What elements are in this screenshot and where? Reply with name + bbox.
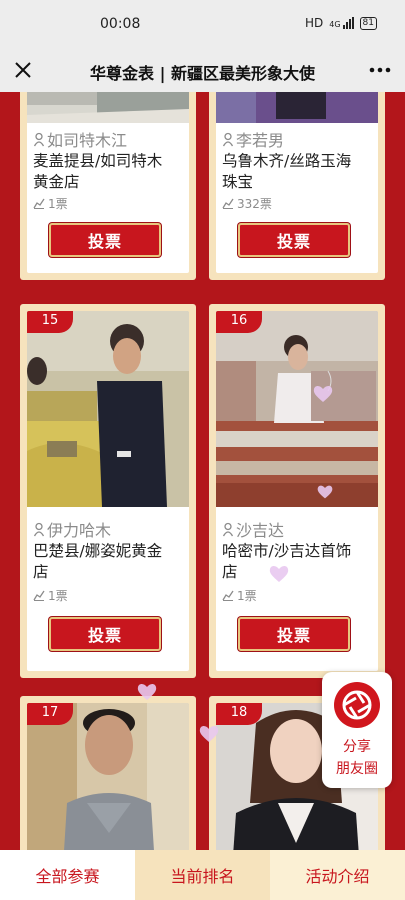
store-name: 乌鲁木齐/丝路玉海 珠宝 (222, 151, 374, 193)
contestant-name: 沙吉达 (222, 517, 284, 541)
contestant-photo (216, 92, 378, 123)
vote-count-text: 1票 (48, 197, 68, 211)
heart-decoration-icon (313, 386, 333, 402)
vote-count: 332票 (222, 195, 272, 212)
person-icon (222, 132, 234, 146)
signal-icon: 4G (329, 17, 354, 29)
contestant-name-text: 伊力哈木 (47, 521, 112, 540)
bottom-tab-bar: 全部参赛 当前排名 活动介绍 (0, 850, 405, 900)
contestant-photo: 16 (216, 311, 378, 507)
contestant-name-text: 李若男 (236, 131, 285, 150)
more-icon[interactable] (367, 58, 393, 82)
store-name: 巴楚县/娜姿妮黄金 店 (33, 541, 185, 583)
contestant-card[interactable]: 17 (20, 696, 196, 850)
person-icon (33, 132, 45, 146)
vote-count-text: 1票 (48, 589, 68, 603)
tab-current-ranking[interactable]: 当前排名 (135, 850, 270, 900)
contestant-card[interactable]: 李若男 乌鲁木齐/丝路玉海 珠宝 332票 投票 (209, 92, 385, 280)
vote-button[interactable]: 投票 (238, 617, 350, 651)
store-line-2: 珠宝 (222, 173, 254, 191)
status-right: HD 4G 81 (305, 16, 377, 30)
vote-stats-icon (222, 198, 234, 209)
share-label-line2: 朋友圈 (336, 761, 378, 777)
tab-event-intro[interactable]: 活动介绍 (270, 850, 405, 900)
store-line-1: 哈密市/沙吉达首饰 (222, 542, 352, 560)
share-label-line1: 分享 (343, 739, 371, 755)
contestant-photo: 17 (27, 703, 189, 850)
store-line-1: 麦盖提县/如司特木 (33, 152, 163, 170)
close-icon[interactable] (10, 57, 36, 83)
contestant-name: 如司特木江 (33, 127, 127, 151)
vote-stats-icon (33, 590, 45, 601)
contestant-photo: 15 (27, 311, 189, 507)
contestant-card[interactable]: 如司特木江 麦盖提县/如司特木 黄金店 1票 投票 (20, 92, 196, 280)
vote-button[interactable]: 投票 (238, 223, 350, 257)
store-line-2: 店 (222, 563, 238, 581)
nav-bar: 华尊金表 | 新疆区最美形象大使 (0, 50, 405, 92)
contestant-photo (27, 92, 189, 123)
heart-decoration-icon (269, 566, 289, 582)
vote-button[interactable]: 投票 (49, 223, 161, 257)
contestant-card[interactable]: 15 伊力哈木 巴楚县/娜姿妮黄金 店 1票 投票 (20, 304, 196, 678)
network-label: HD (304, 16, 324, 30)
contestant-number: 16 (216, 311, 262, 333)
contestant-number: 18 (216, 703, 262, 725)
person-icon (33, 522, 45, 536)
store-line-2: 黄金店 (33, 173, 80, 191)
signal-text: 4G (329, 20, 341, 29)
contestant-name: 李若男 (222, 127, 284, 151)
contestant-name: 伊力哈木 (33, 517, 111, 541)
contestant-number: 15 (27, 311, 73, 333)
vote-stats-icon (33, 198, 45, 209)
vote-count: 1票 (222, 587, 257, 604)
heart-decoration-icon (137, 684, 157, 700)
store-line-2: 店 (33, 563, 49, 581)
contestant-name-text: 沙吉达 (236, 521, 285, 540)
vote-count: 1票 (33, 195, 68, 212)
tab-all-participants[interactable]: 全部参赛 (0, 850, 135, 900)
vote-button[interactable]: 投票 (49, 617, 161, 651)
contestant-name-text: 如司特木江 (47, 131, 128, 150)
contestant-number: 17 (27, 703, 73, 725)
heart-decoration-icon (317, 485, 333, 499)
share-moments-button[interactable]: 分享 朋友圈 (322, 672, 392, 788)
camera-shutter-icon (334, 682, 380, 728)
vote-stats-icon (222, 590, 234, 601)
store-line-1: 乌鲁木齐/丝路玉海 (222, 152, 352, 170)
vote-count-text: 1票 (237, 589, 257, 603)
vote-count: 1票 (33, 587, 68, 604)
person-icon (222, 522, 234, 536)
battery-icon: 81 (359, 16, 377, 30)
vote-count-text: 332票 (237, 197, 272, 211)
status-time: 00:08 (100, 16, 141, 32)
contestant-card[interactable]: 16 沙吉达 哈密市/沙吉达首饰 店 1票 投票 (209, 304, 385, 678)
store-name: 哈密市/沙吉达首饰 店 (222, 541, 374, 583)
store-name: 麦盖提县/如司特木 黄金店 (33, 151, 185, 193)
store-line-1: 巴楚县/娜姿妮黄金 (33, 542, 163, 560)
status-bar: 00:08 HD 4G 81 (0, 0, 405, 50)
heart-decoration-icon (199, 726, 219, 742)
page-title: 华尊金表 | 新疆区最美形象大使 (90, 64, 315, 83)
